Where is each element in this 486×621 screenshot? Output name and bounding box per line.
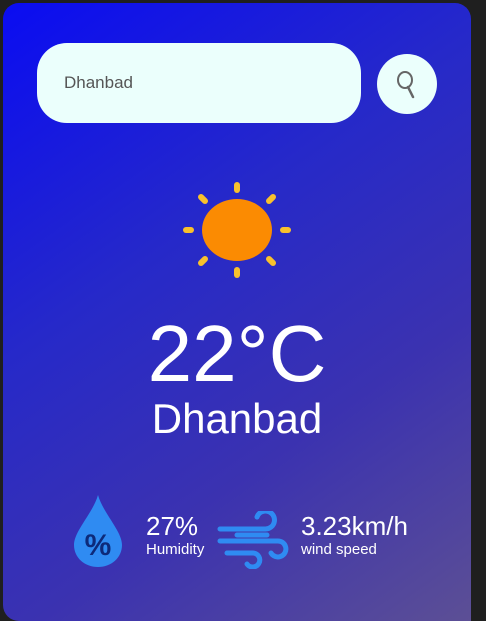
sun-icon <box>183 182 291 278</box>
humidity-icon: % <box>74 495 122 567</box>
temperature: 22°C <box>147 309 327 398</box>
search-bar <box>37 43 361 123</box>
humidity-label: Humidity <box>146 541 205 558</box>
svg-text:%: % <box>85 529 112 562</box>
wind-icon <box>217 511 289 569</box>
city-name: Dhanbad <box>151 395 323 442</box>
search-icon <box>397 71 415 99</box>
weather-card: 22°C Dhanbad % 27% Humidity 3.23km/h win… <box>3 3 471 621</box>
humidity-value: 27% <box>146 511 199 541</box>
wind-speed-label: wind speed <box>301 541 377 558</box>
search-button[interactable] <box>377 54 437 114</box>
wind-speed-value: 3.23km/h <box>301 511 408 541</box>
search-input[interactable] <box>62 72 326 94</box>
